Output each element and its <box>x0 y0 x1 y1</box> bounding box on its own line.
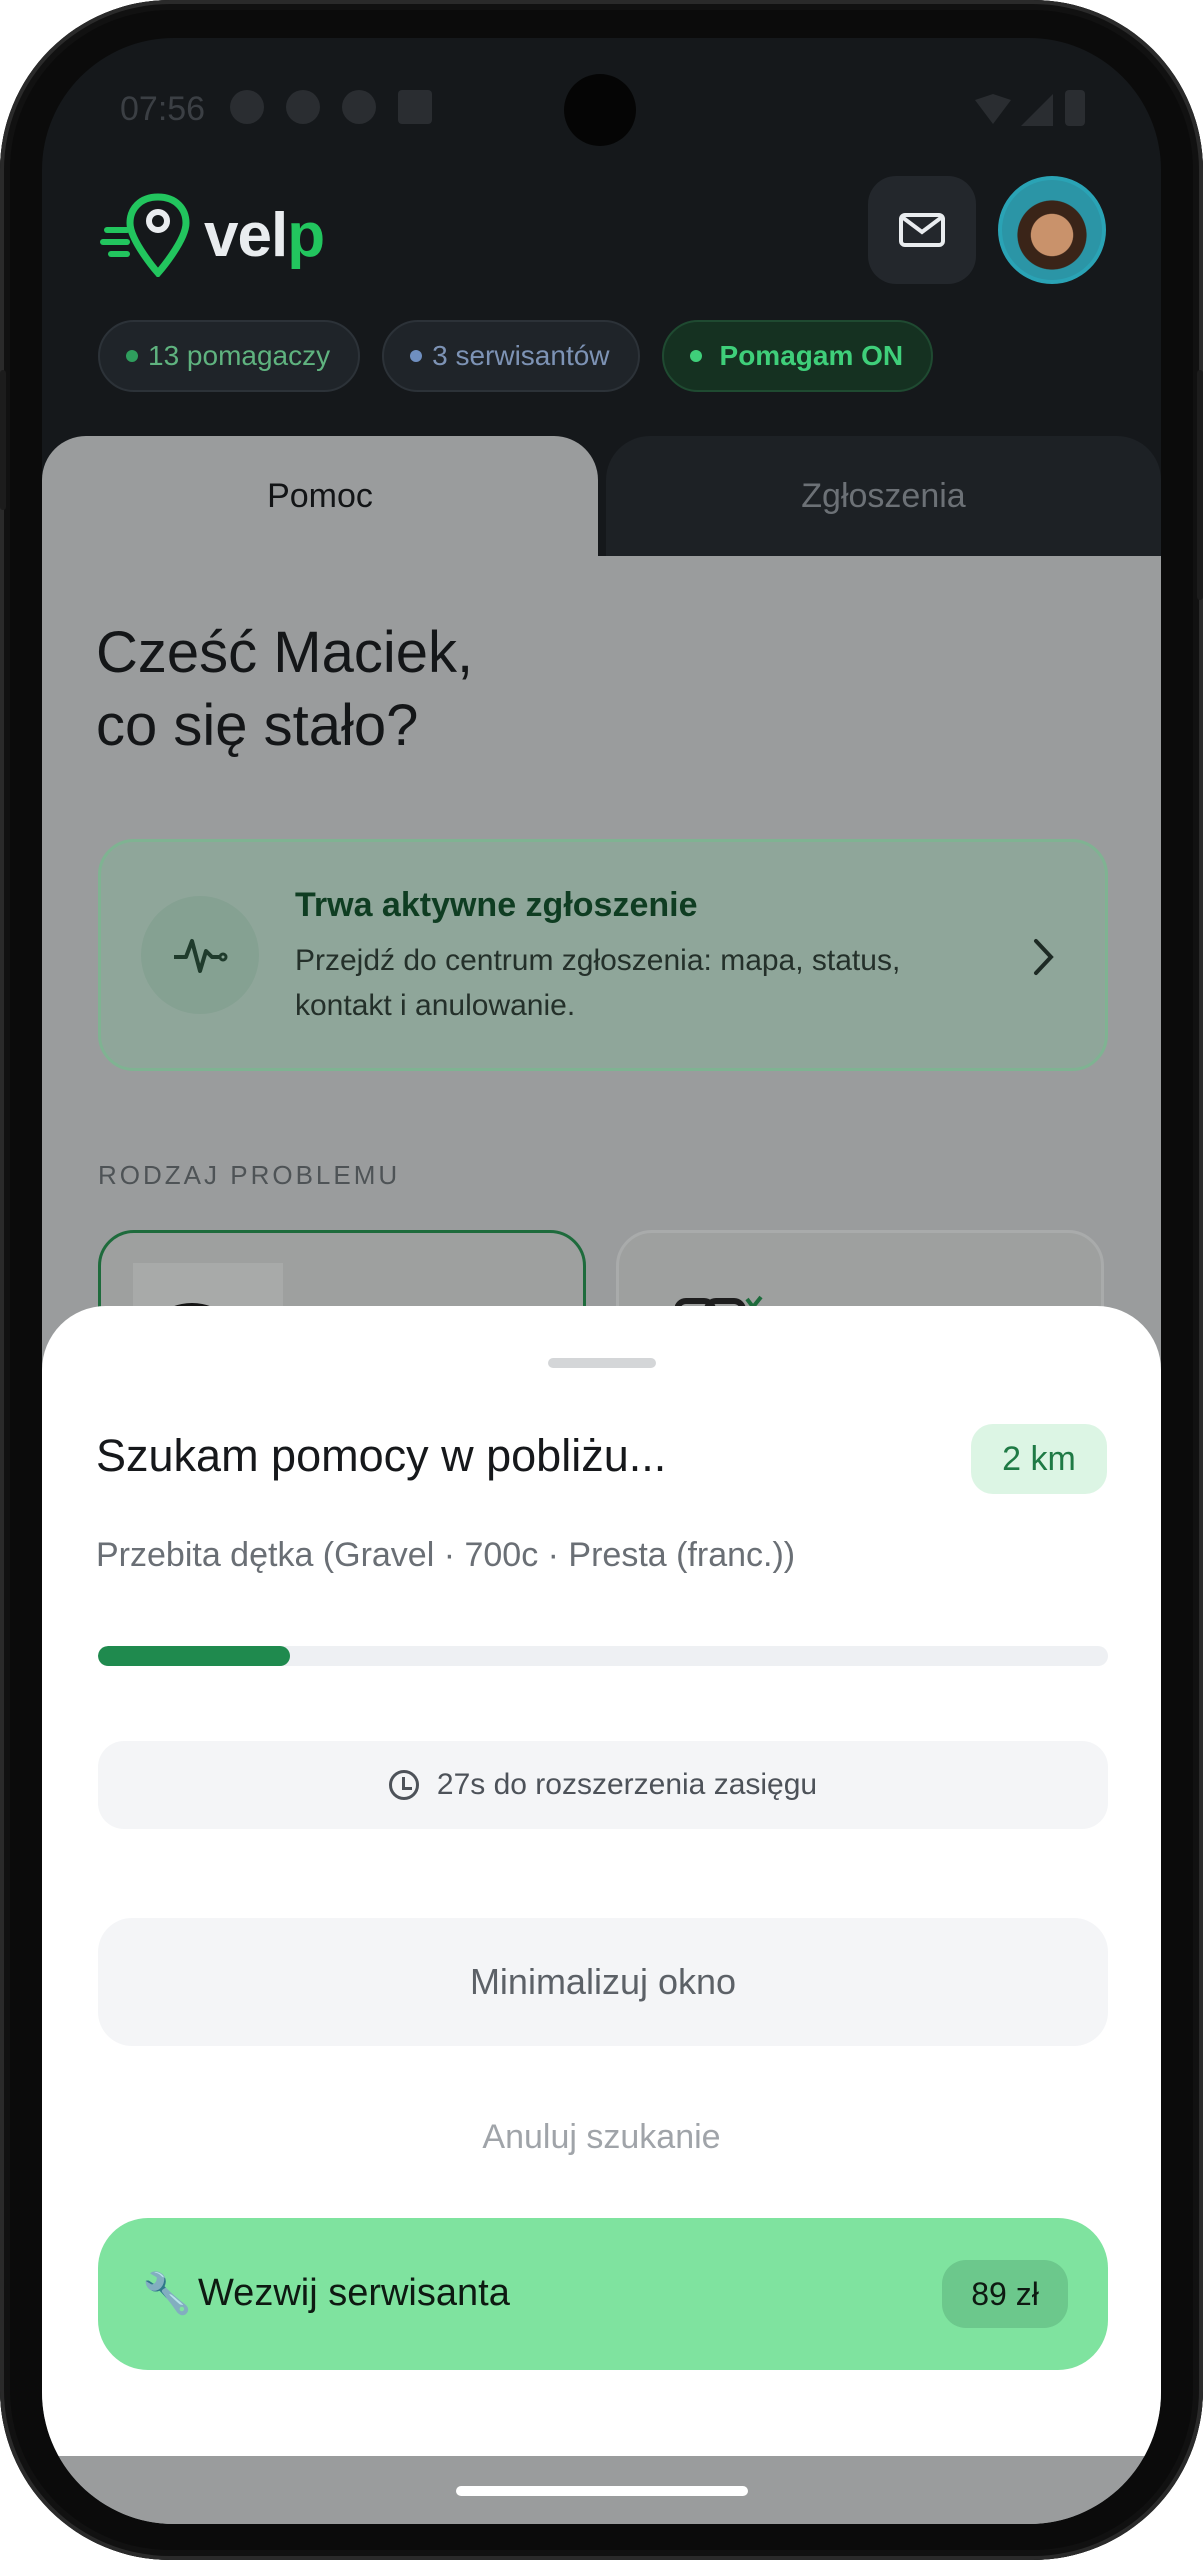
search-bottom-sheet: Szukam pomocy w pobliżu... 2 km Przebita… <box>42 1306 1161 2456</box>
search-progress-fill <box>98 1646 290 1666</box>
sim-icon <box>398 90 432 124</box>
wrench-icon: 🔧 <box>142 2272 192 2316</box>
active-request-title: Trwa aktywne zgłoszenie <box>295 886 698 924</box>
sheet-grabber[interactable] <box>548 1358 656 1368</box>
radius-timer-text: 27s do rozszerzenia zasięgu <box>436 1768 818 1801</box>
tab-pomoc[interactable]: Pomoc <box>42 436 598 556</box>
tab-zgloszenia[interactable]: Zgłoszenia <box>606 436 1161 556</box>
problem-type-label: RODZAJ PROBLEMU <box>98 1160 401 1190</box>
greeting-line-2: co się stało? <box>96 693 419 759</box>
app-logo: velp <box>100 193 325 277</box>
status-bar: 07:56 <box>42 38 1161 148</box>
helpers-count-pill: 13 pomagaczy <box>98 320 361 392</box>
mail-icon <box>899 213 945 247</box>
mechanics-count: 3 serwisantów <box>432 340 610 371</box>
call-mechanic-button[interactable]: 🔧 Wezwij serwisanta 89 zł <box>98 2218 1108 2370</box>
price-badge: 89 zł <box>942 2260 1068 2328</box>
status-dot <box>126 350 138 362</box>
side-button <box>0 370 6 510</box>
front-camera <box>564 74 636 146</box>
radius-badge: 2 km <box>971 1424 1107 1494</box>
page-title: Cześć Maciek, co się stało? <box>96 616 473 762</box>
side-button <box>1197 370 1203 600</box>
radius-timer: 27s do rozszerzenia zasięgu <box>98 1741 1108 1829</box>
status-time: 07:56 <box>120 90 206 128</box>
minimize-button[interactable]: Minimalizuj okno <box>98 1918 1108 2046</box>
status-dot <box>689 350 702 362</box>
helping-toggle-label: Pomagam ON <box>719 340 904 371</box>
sync-icon <box>286 90 320 124</box>
problem-description: Przebita dętka (Gravel · 700c · Presta (… <box>96 1536 796 1574</box>
search-title: Szukam pomocy w pobliżu... <box>96 1430 667 1481</box>
home-indicator[interactable] <box>456 2486 748 2496</box>
helping-toggle[interactable]: Pomagam ON <box>661 320 934 392</box>
search-progress-bar <box>98 1646 1108 1666</box>
notification-icon <box>230 90 264 124</box>
greeting-line-1: Cześć Maciek, <box>96 620 474 685</box>
active-request-description: Przejdź do centrum zgłoszenia: mapa, sta… <box>295 944 901 1022</box>
screen: 07:56 velp 13 pomagaczy 3 serwisantów Po… <box>42 38 1161 2524</box>
wifi-icon <box>975 94 1011 124</box>
stats-row: 13 pomagaczy 3 serwisantów Pomagam ON <box>98 320 934 392</box>
location-pin-icon <box>100 193 190 277</box>
status-dot <box>410 350 423 362</box>
cancel-search-button[interactable]: Anuluj szukanie <box>42 2118 1161 2157</box>
signal-icon <box>1021 94 1053 126</box>
pulse-icon <box>174 939 228 973</box>
helpers-count: 13 pomagaczy <box>148 340 331 371</box>
clock-icon <box>388 1770 419 1800</box>
mechanics-count-pill: 3 serwisantów <box>382 320 640 392</box>
shield-icon <box>342 90 376 124</box>
logo-text: vel <box>204 200 288 270</box>
logo-text-accent: p <box>287 200 325 270</box>
messages-button[interactable] <box>868 176 976 284</box>
navigation-bar <box>42 2456 1161 2524</box>
battery-icon <box>1065 90 1085 126</box>
avatar[interactable] <box>998 176 1106 284</box>
logo-wordmark: velp <box>204 200 325 271</box>
active-request-card[interactable]: Trwa aktywne zgłoszenie Przejdź do centr… <box>98 839 1108 1071</box>
chevron-right-icon <box>1034 939 1054 975</box>
call-mechanic-label: Wezwij serwisanta <box>198 2272 510 2314</box>
pulse-icon-wrapper <box>141 896 259 1014</box>
